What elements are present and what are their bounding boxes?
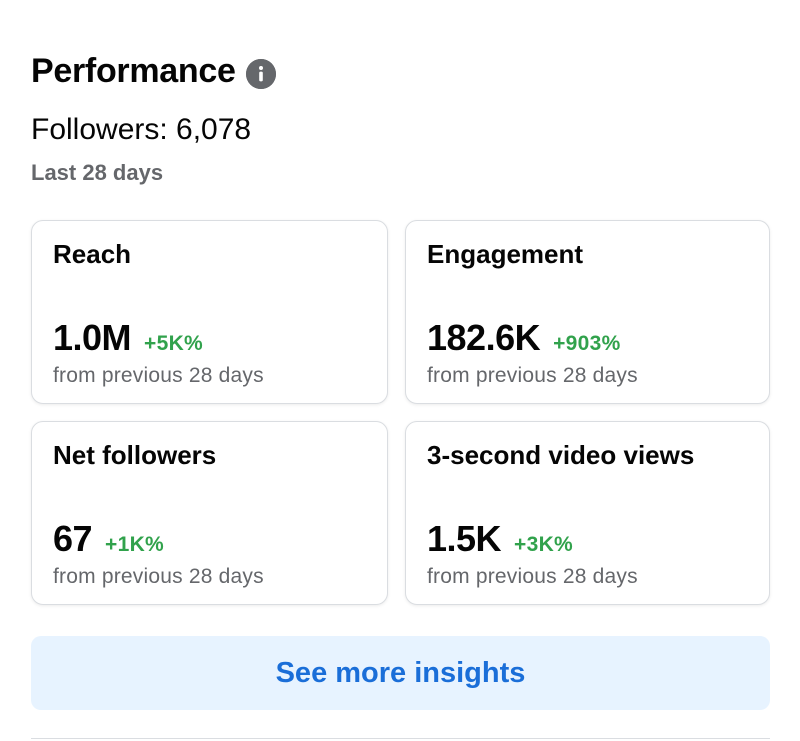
metric-change: +5K% xyxy=(144,332,204,355)
metric-value-row: 1.0M +5K% xyxy=(53,317,203,359)
metric-label: Net followers xyxy=(53,440,217,470)
metric-comparison: from previous 28 days xyxy=(427,565,638,588)
metric-value-row: 67 +1K% xyxy=(53,518,164,560)
metric-card-net-followers[interactable]: Net followers 67 +1K% from previous 28 d… xyxy=(31,421,388,605)
metric-value: 67 xyxy=(53,518,93,559)
metric-change: +1K% xyxy=(105,533,165,556)
divider xyxy=(31,738,770,739)
metric-label: 3-second video views xyxy=(427,440,695,470)
metric-comparison: from previous 28 days xyxy=(53,565,264,588)
metric-card-reach[interactable]: Reach 1.0M +5K% from previous 28 days xyxy=(31,220,388,404)
see-more-insights-button[interactable]: See more insights xyxy=(31,636,770,710)
metric-value-row: 1.5K +3K% xyxy=(427,518,573,560)
info-icon[interactable] xyxy=(245,58,276,89)
metric-change: +903% xyxy=(553,332,621,355)
metric-value: 1.0M xyxy=(53,317,132,358)
metric-value: 1.5K xyxy=(427,518,502,559)
metric-card-engagement[interactable]: Engagement 182.6K +903% from previous 28… xyxy=(405,220,770,404)
metric-change: +3K% xyxy=(514,533,574,556)
metric-card-video-views[interactable]: 3-second video views 1.5K +3K% from prev… xyxy=(405,421,770,605)
metric-label: Reach xyxy=(53,239,132,269)
see-more-insights-label: See more insights xyxy=(275,656,526,689)
metric-comparison: from previous 28 days xyxy=(427,364,638,387)
metric-value-row: 182.6K +903% xyxy=(427,317,621,359)
followers-count: Followers: 6,078 xyxy=(31,113,252,146)
metric-label: Engagement xyxy=(427,239,584,269)
metric-comparison: from previous 28 days xyxy=(53,364,264,387)
period-label: Last 28 days xyxy=(31,160,164,185)
metric-value: 182.6K xyxy=(427,317,541,358)
performance-header: Performance xyxy=(31,52,276,91)
page-title: Performance xyxy=(31,52,236,90)
